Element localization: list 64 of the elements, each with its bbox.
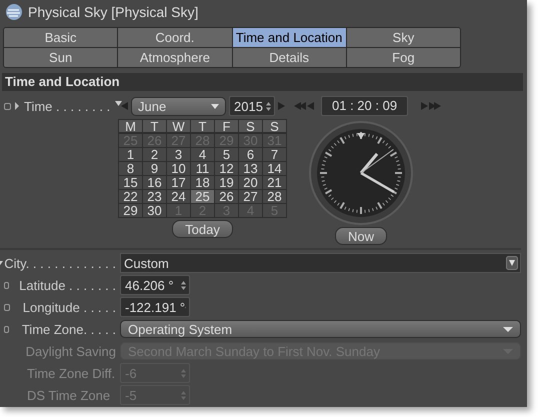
calendar-day[interactable]: 15: [119, 176, 142, 189]
window-title: Physical Sky [Physical Sky]: [28, 4, 198, 20]
field-label: Latitude . . . . . . .: [19, 278, 116, 292]
calendar-day[interactable]: 12: [215, 162, 238, 175]
calendar-day[interactable]: 16: [143, 176, 166, 189]
calendar-day[interactable]: 26: [215, 190, 238, 203]
calendar-day[interactable]: 5: [215, 148, 238, 161]
calendar-day[interactable]: 30: [143, 204, 166, 217]
month-dropdown[interactable]: June: [131, 96, 226, 116]
tab[interactable]: Basic: [4, 28, 118, 47]
calendar-day[interactable]: 7: [263, 148, 286, 161]
tab[interactable]: Fog: [346, 48, 460, 67]
calendar-day[interactable]: 24: [167, 190, 190, 203]
calendar-day[interactable]: 28: [263, 190, 286, 203]
time-field[interactable]: 01 : 20 : 09: [321, 96, 408, 116]
tab[interactable]: Coord.: [117, 28, 232, 47]
calendar-day[interactable]: 2: [143, 148, 166, 161]
now-button[interactable]: Now: [334, 227, 387, 245]
calendar-day[interactable]: 4: [191, 148, 214, 161]
calendar-day[interactable]: 14: [263, 162, 286, 175]
tab[interactable]: Details: [232, 48, 346, 67]
field-label: City. . . . . . . . . . . . .: [4, 256, 116, 270]
section-header: Time and Location: [2, 73, 523, 91]
calendar-day[interactable]: 10: [167, 162, 190, 175]
calendar-day[interactable]: 1: [119, 148, 142, 161]
number-spinner[interactable]: 46.206 °: [120, 275, 190, 295]
calendar-day[interactable]: 9: [143, 162, 166, 175]
weekday-label: S: [239, 120, 262, 133]
weekday-label: F: [215, 120, 238, 133]
field-label: DS Time Zone: [27, 388, 110, 402]
calendar-day[interactable]: 17: [167, 176, 190, 189]
calendar-day[interactable]: 21: [263, 176, 286, 189]
weekday-label: S: [263, 120, 286, 133]
calendar-day[interactable]: 23: [143, 190, 166, 203]
calendar-day[interactable]: 25: [191, 190, 214, 203]
city-dropdown[interactable]: Custom: [120, 253, 521, 273]
calendar-day[interactable]: 3: [167, 148, 190, 161]
calendar-day[interactable]: 6: [239, 148, 262, 161]
calendar-day[interactable]: 22: [119, 190, 142, 203]
number-spinner[interactable]: -122.191 °: [120, 297, 190, 317]
calendar-day[interactable]: 13: [239, 162, 262, 175]
weekday-label: M: [119, 120, 142, 133]
year-spinner[interactable]: 2015: [229, 96, 275, 116]
tab[interactable]: Sky: [346, 28, 460, 47]
calendar-day[interactable]: 20: [239, 176, 262, 189]
calendar-day[interactable]: 19: [215, 176, 238, 189]
field-label: Daylight Saving: [26, 344, 116, 358]
weekday-label: T: [143, 120, 166, 133]
calendar-day[interactable]: 8: [119, 162, 142, 175]
tab[interactable]: Time and Location: [232, 28, 346, 47]
tab[interactable]: Sun: [4, 48, 118, 67]
tab[interactable]: Atmosphere: [117, 48, 232, 67]
calendar-day[interactable]: 18: [191, 176, 214, 189]
weekday-label: W: [167, 120, 190, 133]
calendar-day[interactable]: 27: [239, 190, 262, 203]
calendar-day[interactable]: 11: [191, 162, 214, 175]
dropdown[interactable]: Operating System: [120, 320, 521, 338]
weekday-label: T: [191, 120, 214, 133]
field-label: Longitude . . . . .: [22, 300, 116, 314]
field-label: Time Zone Diff.: [27, 366, 116, 380]
calendar-day[interactable]: 29: [119, 204, 142, 217]
today-button[interactable]: Today: [172, 220, 233, 238]
field-label: Time Zone. . . . .: [22, 322, 116, 336]
field-label: Time . . . . . . . .: [24, 98, 110, 114]
